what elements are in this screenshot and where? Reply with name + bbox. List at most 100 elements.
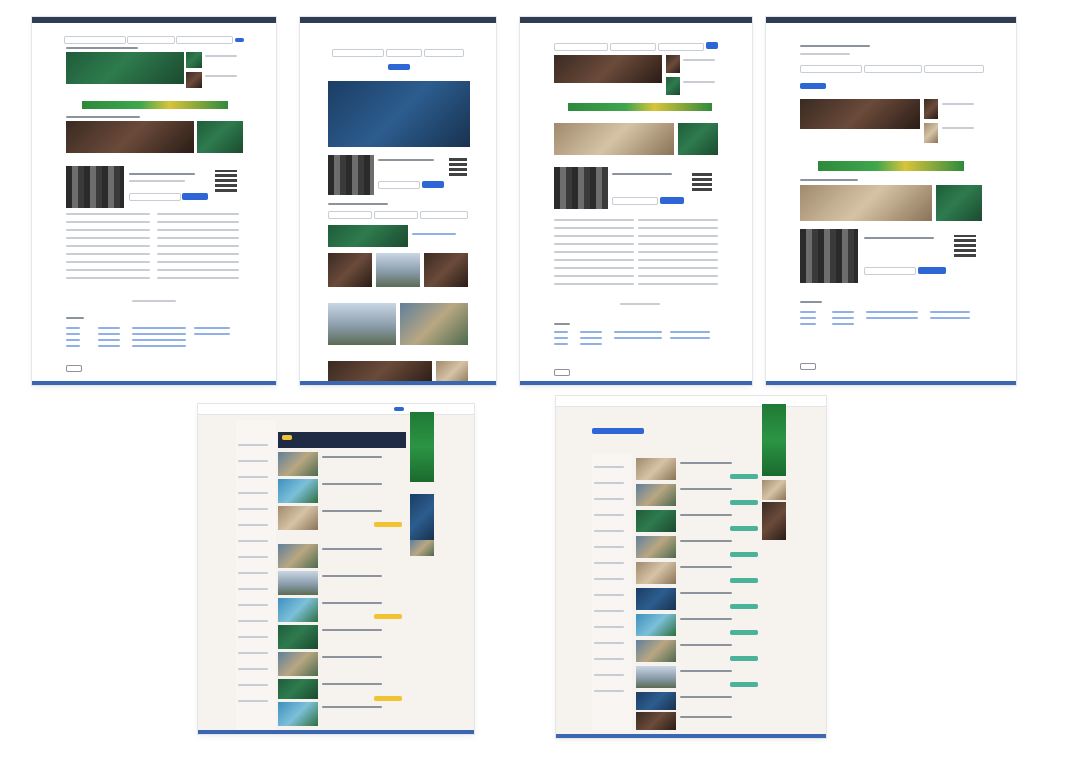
footer-link[interactable] [580, 337, 602, 339]
thumbnail-image[interactable] [186, 52, 202, 68]
filter-item[interactable] [238, 460, 268, 462]
footer-link[interactable] [832, 311, 854, 313]
result-image[interactable] [278, 625, 318, 649]
filter-item[interactable] [238, 540, 268, 542]
article-image[interactable] [328, 303, 396, 345]
filter-item[interactable] [594, 626, 624, 628]
login-button[interactable] [394, 407, 404, 411]
date-input[interactable] [127, 36, 175, 44]
language-selector[interactable] [800, 363, 816, 370]
send-link-button[interactable] [182, 193, 208, 200]
filter-item[interactable] [238, 444, 268, 446]
filter-item[interactable] [594, 482, 624, 484]
date-input[interactable] [386, 49, 422, 57]
filter-item[interactable] [594, 530, 624, 532]
result-image[interactable] [636, 692, 676, 710]
deal-button[interactable] [374, 696, 402, 701]
filter-item[interactable] [594, 498, 624, 500]
footer-link[interactable] [800, 311, 816, 313]
result-image[interactable] [636, 712, 676, 730]
destination-input[interactable] [800, 65, 862, 73]
result-title[interactable] [322, 575, 382, 577]
ad-banner[interactable] [818, 161, 964, 171]
deal-button[interactable] [730, 578, 758, 583]
result-image[interactable] [278, 702, 318, 726]
filter-item[interactable] [594, 658, 624, 660]
phone-input[interactable] [864, 267, 916, 275]
footer-link[interactable] [66, 327, 80, 329]
result-image[interactable] [278, 479, 318, 503]
search-input[interactable] [64, 36, 126, 44]
phone-input[interactable] [378, 181, 420, 189]
footer-link[interactable] [614, 337, 662, 339]
filter-item[interactable] [238, 652, 268, 654]
article-image[interactable] [424, 253, 468, 287]
deal-button[interactable] [730, 552, 758, 557]
sidebar-ad[interactable] [762, 480, 786, 500]
sidebar-ad[interactable] [410, 494, 434, 540]
result-title[interactable] [322, 683, 382, 685]
article-image[interactable] [400, 303, 468, 345]
footer-link[interactable] [554, 337, 568, 339]
filter-item[interactable] [238, 492, 268, 494]
ad-banner[interactable] [82, 101, 228, 109]
result-title[interactable] [322, 602, 382, 604]
footer-link[interactable] [98, 327, 120, 329]
result-title[interactable] [680, 514, 732, 516]
footer-link[interactable] [580, 343, 602, 345]
footer-link[interactable] [580, 331, 602, 333]
result-title[interactable] [322, 656, 382, 658]
result-image[interactable] [636, 484, 676, 506]
filter-item[interactable] [238, 620, 268, 622]
gallery-image[interactable] [554, 123, 674, 155]
filter-item[interactable] [594, 674, 624, 676]
filter-item[interactable] [238, 636, 268, 638]
featured-image[interactable] [66, 52, 184, 84]
filter-item[interactable] [238, 684, 268, 686]
result-image[interactable] [636, 458, 676, 480]
result-image[interactable] [636, 536, 676, 558]
result-title[interactable] [680, 644, 732, 646]
deal-button[interactable] [730, 604, 758, 609]
deal-button[interactable] [374, 522, 402, 527]
search-button[interactable] [706, 42, 718, 49]
filter-item[interactable] [238, 556, 268, 558]
filter-item[interactable] [594, 690, 624, 692]
footer-link[interactable] [554, 343, 568, 345]
deal-button[interactable] [730, 474, 758, 479]
filter-button[interactable] [592, 428, 644, 434]
footer-link[interactable] [614, 331, 662, 333]
guests-input[interactable] [176, 36, 233, 44]
ad-image[interactable] [678, 123, 718, 155]
filter-item[interactable] [238, 700, 268, 702]
language-selector[interactable] [554, 369, 570, 376]
deal-button[interactable] [374, 614, 402, 619]
footer-link[interactable] [832, 323, 854, 325]
filter-item[interactable] [238, 604, 268, 606]
result-image[interactable] [278, 652, 318, 676]
footer-link[interactable] [132, 333, 186, 335]
footer-link[interactable] [98, 339, 120, 341]
filter-item[interactable] [594, 642, 624, 644]
footer-link[interactable] [866, 311, 918, 313]
search-input[interactable] [554, 43, 608, 51]
tab-item[interactable] [420, 211, 468, 219]
deal-button[interactable] [730, 500, 758, 505]
search-input[interactable] [332, 49, 384, 57]
result-image[interactable] [278, 452, 318, 476]
result-image[interactable] [636, 588, 676, 610]
result-title[interactable] [680, 618, 732, 620]
thumbnail-image[interactable] [924, 123, 938, 143]
footer-link[interactable] [670, 331, 710, 333]
result-title[interactable] [322, 629, 382, 631]
footer-link[interactable] [800, 323, 816, 325]
guests-input[interactable] [424, 49, 464, 57]
article-image[interactable] [376, 253, 420, 287]
result-title[interactable] [680, 540, 732, 542]
deal-button[interactable] [730, 630, 758, 635]
footer-link[interactable] [194, 333, 230, 335]
filter-item[interactable] [594, 546, 624, 548]
deal-button[interactable] [730, 656, 758, 661]
filter-item[interactable] [594, 578, 624, 580]
result-title[interactable] [680, 592, 732, 594]
